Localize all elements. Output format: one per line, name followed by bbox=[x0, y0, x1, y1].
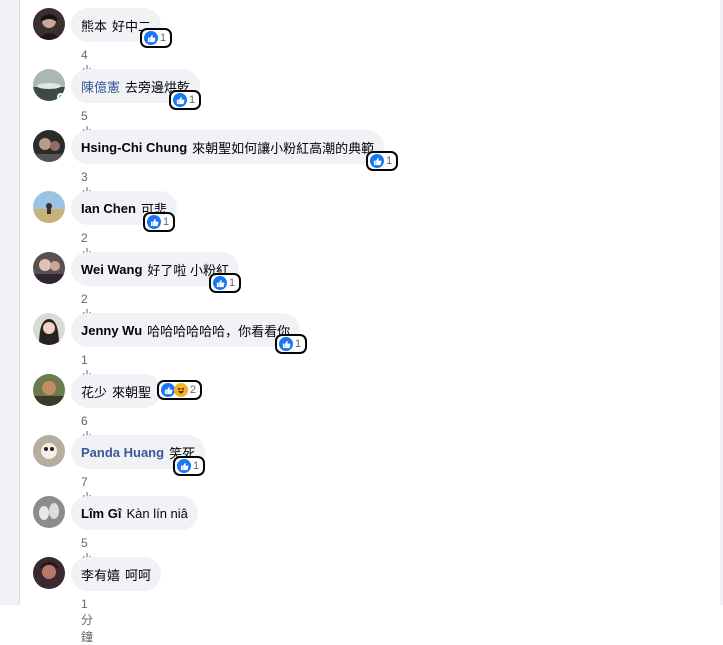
avatar[interactable] bbox=[33, 69, 65, 101]
reaction-summary[interactable]: 1 bbox=[140, 28, 173, 48]
avatar[interactable] bbox=[33, 374, 65, 406]
comment-author[interactable]: Hsing-Chi Chung bbox=[81, 140, 187, 155]
comment-time[interactable]: 1 分鐘 bbox=[81, 597, 93, 645]
reaction-count: 1 bbox=[189, 94, 196, 106]
comment-text: 來朝聖 bbox=[112, 384, 152, 400]
like-icon bbox=[177, 459, 191, 473]
comment-author[interactable]: Lîm Gî bbox=[81, 506, 121, 521]
online-status-dot bbox=[57, 93, 65, 101]
comment-bubble: Lîm Gî Kàn lín niâ bbox=[71, 496, 198, 530]
reaction-summary[interactable]: 1 bbox=[275, 334, 308, 354]
comment-bubble: 李有嬉 呵呵 bbox=[71, 557, 162, 591]
left-gutter bbox=[0, 0, 20, 605]
avatar[interactable] bbox=[33, 313, 65, 345]
avatar[interactable] bbox=[33, 557, 65, 589]
reaction-count: 1 bbox=[193, 460, 200, 472]
comment-bubble: Jenny Wu 哈哈哈哈哈哈，你看看你 bbox=[71, 313, 301, 347]
like-icon bbox=[279, 337, 293, 351]
avatar[interactable] bbox=[33, 8, 65, 40]
haha-icon bbox=[174, 383, 188, 397]
comment-text: 呵呵 bbox=[125, 567, 152, 583]
reaction-count: 1 bbox=[386, 155, 393, 167]
like-icon bbox=[213, 276, 227, 290]
like-icon bbox=[161, 383, 175, 397]
like-icon bbox=[173, 93, 187, 107]
reaction-count: 1 bbox=[160, 32, 167, 44]
reaction-summary[interactable]: 1 bbox=[209, 273, 242, 293]
comment-bubble: Hsing-Chi Chung 來朝聖如何讓小粉紅高潮的典範 bbox=[71, 130, 385, 164]
reaction-summary[interactable]: 1 bbox=[143, 212, 176, 232]
reaction-count: 2 bbox=[190, 384, 197, 396]
reaction-count: 1 bbox=[163, 216, 170, 228]
reaction-summary[interactable]: 1 bbox=[173, 456, 206, 476]
avatar[interactable] bbox=[33, 435, 65, 467]
like-icon bbox=[370, 154, 384, 168]
avatar[interactable] bbox=[33, 252, 65, 284]
reaction-summary[interactable]: 1 bbox=[366, 151, 399, 171]
comment-author[interactable]: 熊本 bbox=[81, 16, 107, 35]
avatar[interactable] bbox=[33, 191, 65, 223]
comment-author[interactable]: Wei Wang bbox=[81, 262, 142, 277]
like-icon bbox=[147, 215, 161, 229]
reaction-summary[interactable]: 1 bbox=[169, 90, 202, 110]
comment-author[interactable]: Jenny Wu bbox=[81, 323, 142, 338]
avatar[interactable] bbox=[33, 496, 65, 528]
comment-author[interactable]: 陳億憲 bbox=[81, 77, 120, 96]
comment-text: 哈哈哈哈哈哈，你看看你 bbox=[147, 323, 291, 339]
reaction-count: 1 bbox=[295, 338, 302, 350]
comment-author[interactable]: 李有嬉 bbox=[81, 565, 120, 584]
avatar[interactable] bbox=[33, 130, 65, 162]
comment-author[interactable]: Ian Chen bbox=[81, 201, 136, 216]
like-icon bbox=[144, 31, 158, 45]
comment-bubble: 花少 來朝聖 bbox=[71, 374, 162, 408]
comment-author[interactable]: 花少 bbox=[81, 382, 107, 401]
comment-text: Kàn lín niâ bbox=[126, 505, 188, 521]
comment-text: 來朝聖如何讓小粉紅高潮的典範 bbox=[192, 140, 375, 156]
reaction-count: 1 bbox=[229, 277, 236, 289]
comment-author[interactable]: Panda Huang bbox=[81, 445, 164, 460]
reaction-summary[interactable]: 2 bbox=[157, 380, 203, 400]
